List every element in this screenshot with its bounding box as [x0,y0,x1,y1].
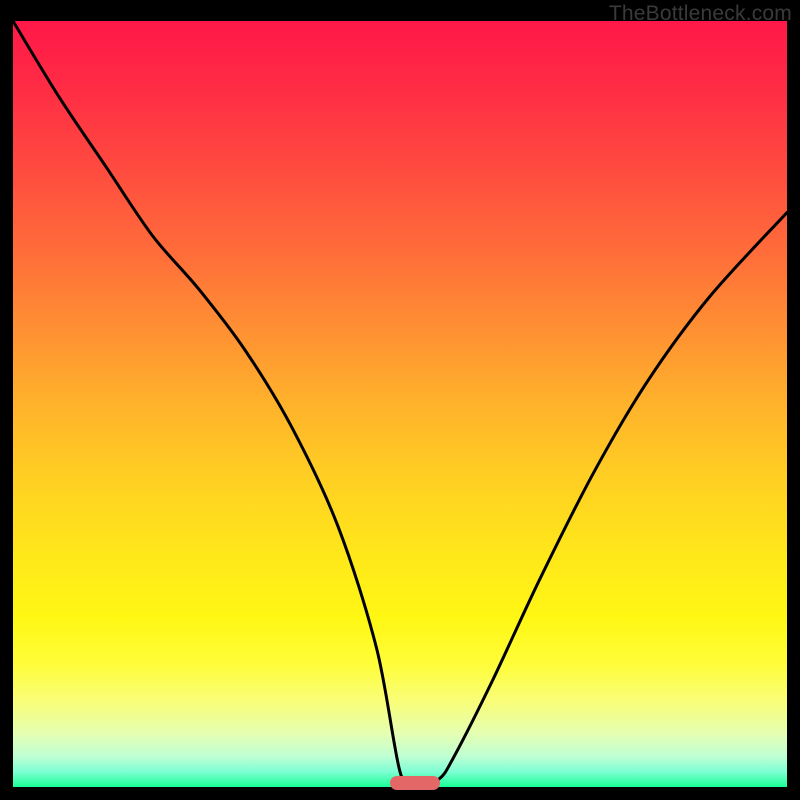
chart-plot-area [13,21,787,787]
bottleneck-curve [13,21,787,787]
watermark-text: TheBottleneck.com [609,2,792,26]
optimal-point-marker [390,776,440,790]
